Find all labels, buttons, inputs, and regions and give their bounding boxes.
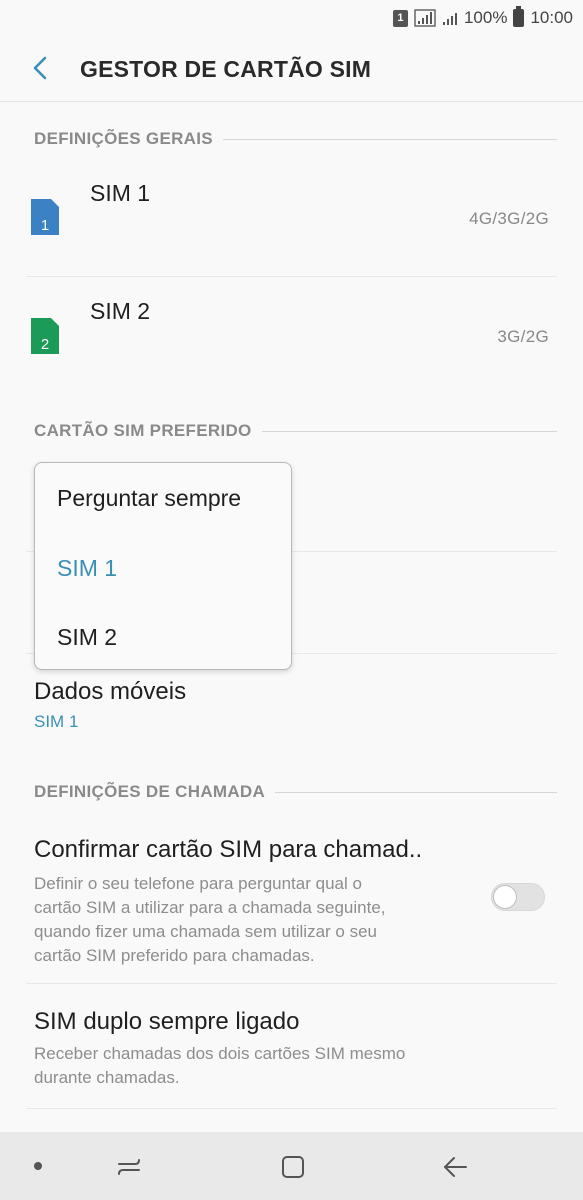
sim-card-1-icon: 1: [31, 199, 59, 235]
back-button[interactable]: [24, 52, 56, 84]
recent-apps-icon: [118, 1159, 140, 1175]
dual-sim-title: SIM duplo sempre ligado: [34, 1008, 300, 1035]
recent-apps-button[interactable]: [114, 1152, 144, 1182]
confirm-sim-toggle[interactable]: [491, 883, 545, 911]
toggle-knob: [493, 885, 517, 909]
home-icon: [282, 1156, 304, 1178]
home-button[interactable]: [278, 1152, 308, 1182]
dual-sim-item[interactable]: SIM duplo sempre ligado Receber chamadas…: [0, 984, 583, 1108]
dropdown-option-ask-always[interactable]: Perguntar sempre: [57, 485, 241, 512]
sim-1-row[interactable]: 1 SIM 1 4G/3G/2G: [0, 158, 583, 276]
sim-1-name: SIM 1: [90, 180, 151, 206]
divider: [26, 1108, 557, 1109]
status-icons: 1 100% 10:00: [392, 6, 573, 30]
sim-2-network: 3G/2G: [497, 327, 549, 346]
mobile-data-value: SIM 1: [34, 712, 79, 731]
section-header-preferred: CARTÃO SIM PREFERIDO: [34, 419, 557, 443]
svg-text:1: 1: [41, 217, 49, 234]
sim-2-row[interactable]: 2 SIM 2 3G/2G: [0, 277, 583, 395]
confirm-sim-title: Confirmar cartão SIM para chamad..: [34, 836, 423, 863]
preferred-sim-dropdown: Perguntar sempre SIM 1 SIM 2: [34, 462, 292, 670]
battery-icon: [513, 6, 525, 27]
dual-sim-desc: Receber chamadas dos dois cartões SIM me…: [34, 1044, 406, 1087]
section-header-calls: DEFINIÇÕES DE CHAMADA: [34, 780, 557, 804]
nav-dot-icon[interactable]: [34, 1162, 42, 1170]
mobile-data-title: Dados móveis: [34, 678, 187, 705]
section-header-general: DEFINIÇÕES GERAIS: [34, 127, 557, 151]
clock: 10:00: [530, 8, 573, 27]
sim-2-name: SIM 2: [90, 298, 151, 324]
navigation-bar: [0, 1132, 583, 1200]
status-bar: 1 100% 10:00: [0, 0, 583, 36]
confirm-sim-desc: Definir o seu telefone para perguntar qu…: [34, 874, 386, 965]
sim-indicator-icon: 1: [392, 9, 408, 27]
signal-strength-2-icon: [442, 13, 457, 25]
dropdown-option-sim-2[interactable]: SIM 2: [57, 624, 117, 651]
svg-text:2: 2: [41, 336, 49, 353]
page-title: GESTOR DE CARTÃO SIM: [80, 56, 372, 82]
back-nav-button[interactable]: [440, 1152, 470, 1182]
battery-percent: 100%: [463, 8, 508, 27]
sim-1-network: 4G/3G/2G: [469, 209, 549, 228]
signal-strength-icon: [414, 9, 436, 27]
back-arrow-icon: [444, 1157, 467, 1177]
sim-card-2-icon: 2: [31, 318, 59, 354]
dropdown-option-sim-1[interactable]: SIM 1: [57, 555, 117, 582]
chevron-left-icon: [33, 56, 47, 80]
app-bar: GESTOR DE CARTÃO SIM: [0, 36, 583, 102]
